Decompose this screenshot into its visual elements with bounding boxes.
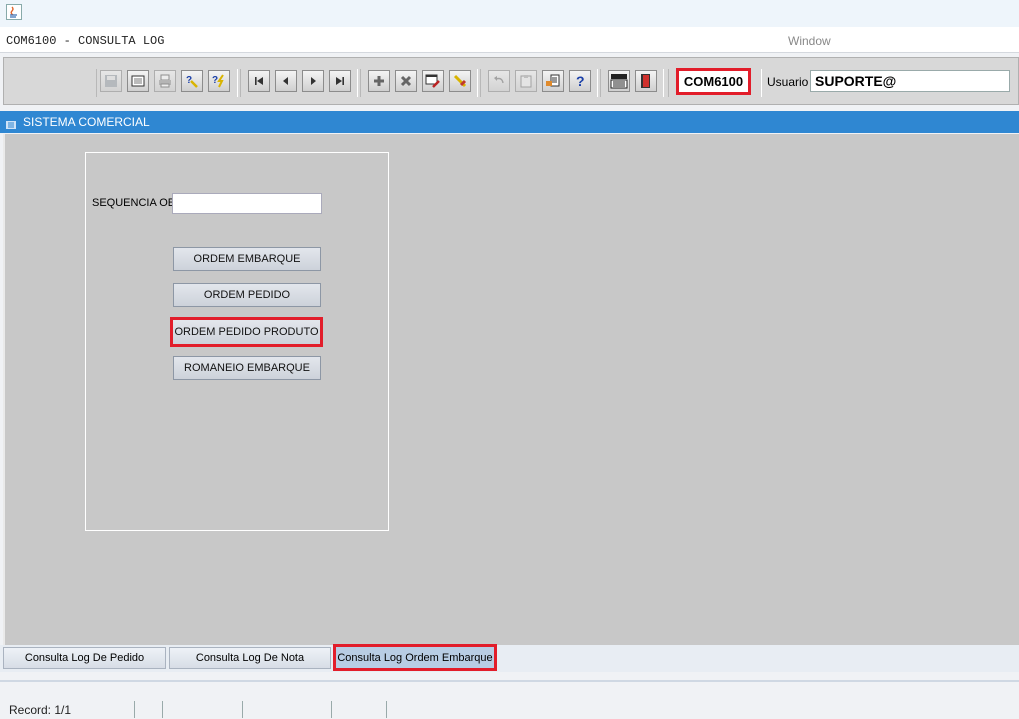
query-help-icon[interactable]: ? bbox=[181, 70, 203, 92]
menu-item-window[interactable]: Window bbox=[788, 34, 831, 48]
first-record-icon[interactable] bbox=[248, 70, 270, 92]
hand-list-icon[interactable] bbox=[542, 70, 564, 92]
usuario-label: Usuario bbox=[767, 75, 809, 89]
record-indicator: Record: 1/1 bbox=[9, 703, 72, 717]
status-bar bbox=[0, 680, 1019, 719]
delete-record-icon[interactable] bbox=[395, 70, 417, 92]
edit-icon[interactable] bbox=[422, 70, 444, 92]
romaneio-embarque-button[interactable]: ROMANEIO EMBARQUE bbox=[173, 356, 321, 380]
undo-icon[interactable] bbox=[488, 70, 510, 92]
ordem-pedido-button[interactable]: ORDEM PEDIDO bbox=[173, 283, 321, 307]
sequencia-input[interactable] bbox=[172, 193, 322, 214]
form-icon bbox=[6, 118, 16, 129]
app-title-bar bbox=[0, 0, 1019, 27]
tab-consulta-log-nota[interactable]: Consulta Log De Nota bbox=[169, 647, 331, 669]
menu-icon[interactable] bbox=[608, 70, 630, 92]
exit-icon[interactable] bbox=[635, 70, 657, 92]
form-title-bar bbox=[0, 111, 1019, 133]
save-icon[interactable] bbox=[100, 70, 122, 92]
status-divider bbox=[134, 701, 135, 718]
status-divider bbox=[386, 701, 387, 718]
insert-record-icon[interactable] bbox=[368, 70, 390, 92]
svg-text:?: ? bbox=[212, 75, 218, 86]
help-icon[interactable]: ? bbox=[569, 70, 591, 92]
usuario-field[interactable]: SUPORTE@ bbox=[810, 70, 1010, 92]
form-title: SISTEMA COMERCIAL bbox=[23, 115, 150, 129]
form-code-box: COM6100 bbox=[676, 68, 751, 95]
execute-query-icon[interactable]: ? bbox=[208, 70, 230, 92]
last-record-icon[interactable] bbox=[329, 70, 351, 92]
previous-record-icon[interactable] bbox=[275, 70, 297, 92]
tab-consulta-log-pedido[interactable]: Consulta Log De Pedido bbox=[3, 647, 166, 669]
status-divider bbox=[331, 701, 332, 718]
next-record-icon[interactable] bbox=[302, 70, 324, 92]
status-divider bbox=[162, 701, 163, 718]
tab-consulta-log-ordem-embarque[interactable]: Consulta Log Ordem Embarque bbox=[333, 644, 497, 671]
print-icon[interactable] bbox=[154, 70, 176, 92]
status-separator bbox=[0, 680, 1019, 682]
window-icon[interactable] bbox=[127, 70, 149, 92]
status-divider bbox=[242, 701, 243, 718]
sequencia-label: SEQUENCIA OE bbox=[92, 197, 176, 209]
clipboard-icon[interactable] bbox=[515, 70, 537, 92]
svg-text:?: ? bbox=[186, 75, 192, 86]
ordem-pedido-produto-button[interactable]: ORDEM PEDIDO PRODUTO bbox=[170, 317, 323, 347]
menu-item-form[interactable]: COM6100 - CONSULTA LOG bbox=[6, 34, 164, 48]
svg-text:?: ? bbox=[576, 73, 585, 89]
clear-icon[interactable] bbox=[449, 70, 471, 92]
java-icon bbox=[6, 4, 22, 20]
ordem-embarque-button[interactable]: ORDEM EMBARQUE bbox=[173, 247, 321, 271]
